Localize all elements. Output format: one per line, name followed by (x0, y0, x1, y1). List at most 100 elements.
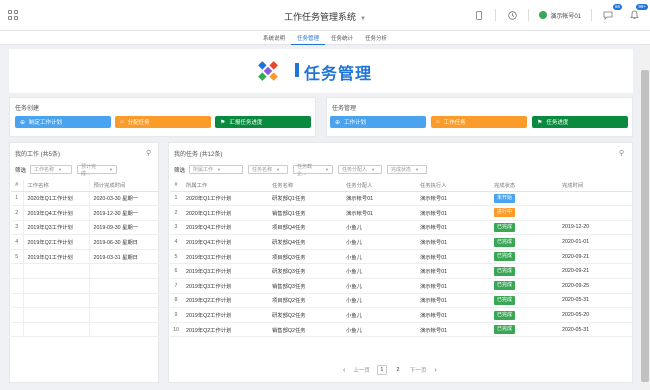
table-row[interactable]: 5 2019年Q1工作计划 2019-03-31 星期日 (11, 249, 159, 265)
table-cell: 4 (11, 234, 24, 250)
work-task-button[interactable]: ⌂ 工作任务 (431, 116, 527, 128)
table-row[interactable]: 10 2019年Q2工作计划 销售部Q2任务 小鱼儿 演示帐号01 已完成 2020-05-… (170, 322, 633, 338)
search-icon[interactable]: ⚲ (619, 149, 624, 157)
table-header-row: # 所属工作 任务名称 任务分配人 任务执行人 完成状态 完成时间 (170, 180, 633, 192)
chevron-right-icon[interactable]: › (434, 367, 436, 374)
tab-system-intro[interactable]: 系统说明 (257, 31, 291, 45)
table-cell: 演示帐号01 (416, 234, 490, 250)
chevron-left-icon[interactable]: ‹ (343, 367, 345, 374)
table-row[interactable]: 1 2020年Q1工作计划 2020-03-30 星期一 (11, 191, 159, 207)
filter-text: 任务分配人 (342, 167, 368, 173)
assign-task-button[interactable]: ⌂ 分配任务 (115, 116, 211, 128)
page-scrollbar[interactable] (640, 45, 650, 390)
mobile-icon[interactable] (473, 9, 485, 21)
table-cell (89, 263, 159, 280)
make-plan-button[interactable]: ⊕ 制定工作计划 (15, 116, 111, 128)
column-header[interactable]: 所属工作 (182, 180, 268, 192)
filter-status[interactable]: 完成状态 ▼ (387, 165, 428, 174)
prev-page-button[interactable]: 上一页 (353, 366, 370, 374)
table-cell: 演示帐号01 (416, 322, 490, 338)
table-row[interactable]: 5 2019年Q3工作计划 项目部Q3任务 小鱼儿 演示帐号01 已完成 2020-09-2… (170, 249, 633, 265)
filter-label: 筛选 (174, 167, 186, 174)
table-cell: 10 (170, 322, 182, 338)
plus-circle-icon: ⊕ (20, 119, 26, 126)
table-cell (558, 191, 633, 207)
search-icon[interactable]: ⚲ (146, 149, 151, 157)
table-cell: 研发部Q1任务 (268, 191, 342, 207)
table-cell: 演示帐号01 (416, 293, 490, 309)
table-cell: 已完成 (490, 322, 558, 338)
table-row[interactable]: 2 2020年Q1工作计划 销售部Q1任务 演示帐号01 演示帐号01 进行中 (170, 205, 633, 221)
table-row[interactable]: 3 2019年Q3工作计划 2019-09-30 星期一 (11, 220, 159, 236)
page-button-1[interactable]: 1 (376, 365, 387, 375)
filter-deadline[interactable]: 任务截止... ▼ (293, 164, 334, 177)
table-row[interactable]: 9 2019年Q2工作计划 研发部Q2任务 小鱼儿 演示帐号01 已完成 2020-05-2… (170, 307, 633, 323)
filter-text: 完成状态 (391, 167, 412, 173)
table-row[interactable]: 1 2020年Q1工作计划 研发部Q1任务 演示帐号01 演示帐号01 未开始 (170, 191, 633, 207)
bell-icon[interactable]: 99+ (628, 4, 648, 21)
table-row[interactable]: 8 2019年Q2工作计划 项目部Q2任务 小鱼儿 演示帐号01 已完成 2020-05-3… (170, 293, 633, 309)
top-bar: 工作任务管理系统 ▼ 演示帐号01 66 99+ (0, 0, 650, 31)
user-menu[interactable]: 演示帐号01 (539, 11, 581, 20)
task-progress-button[interactable]: ⚑ 任务进度 (532, 116, 628, 128)
column-header[interactable]: 任务名称 (268, 180, 342, 192)
filter-due-date[interactable]: 预计完成... ▼ (77, 164, 118, 177)
table-cell (11, 322, 24, 338)
table-row[interactable]: 3 2019年Q4工作计划 项目部Q4任务 小鱼儿 演示帐号01 已完成 2019-12-2… (170, 220, 633, 236)
messages-icon[interactable]: 66 (602, 4, 622, 21)
table-cell: 演示帐号01 (416, 205, 490, 221)
table-cell (11, 307, 24, 323)
tab-task-statistics[interactable]: 任务统计 (325, 31, 359, 45)
next-page-button[interactable]: 下一页 (410, 366, 427, 374)
filter-work[interactable]: 所属工作 ▼ (189, 165, 244, 174)
table-row[interactable]: 6 2019年Q3工作计划 研发部Q3任务 小鱼儿 演示帐号01 已完成 2020-09-2… (170, 263, 633, 280)
my-work-table: # 工作名称 预计完成时间 1 2020年Q1工作计划 2020-03-30 星期一… (11, 180, 159, 338)
work-plan-button[interactable]: ⊕ 工作计划 (330, 116, 426, 128)
table-cell: 小鱼儿 (342, 322, 416, 338)
filter-assigner[interactable]: 任务分配人 ▼ (338, 165, 383, 174)
filter-label: 筛选 (15, 167, 27, 174)
table-cell: 2019年Q3工作计划 (23, 220, 90, 236)
page-button-2[interactable]: 2 (393, 365, 403, 375)
table-cell: 2020年Q1工作计划 (182, 191, 268, 207)
table-cell: 销售部Q3任务 (268, 278, 342, 294)
tab-task-analysis[interactable]: 任务分析 (359, 31, 393, 45)
table-cell: 研发部Q4任务 (268, 234, 342, 250)
column-header[interactable]: 任务执行人 (416, 180, 490, 192)
app-title-text: 工作任务管理系统 (284, 12, 357, 22)
my-tasks-panel: 我的任务 (共12条) ⚲ 筛选 所属工作 ▼ 任务名称 ▼ 任务截止... ▼ 任务… (168, 142, 633, 383)
table-cell: 研发部Q3任务 (268, 263, 342, 280)
chevron-down-icon: ▼ (325, 167, 330, 172)
scrollbar-thumb[interactable] (641, 70, 649, 382)
table-cell (89, 278, 159, 294)
column-header[interactable]: 完成状态 (490, 180, 558, 192)
column-header[interactable]: 完成时间 (558, 180, 633, 192)
report-progress-button[interactable]: ⚑ 汇报任务进度 (215, 116, 311, 128)
table-cell: 小鱼儿 (342, 293, 416, 309)
column-header[interactable]: 预计完成时间 (89, 180, 159, 192)
page-title: 任务管理 (304, 66, 373, 83)
filter-task-name[interactable]: 任务名称 ▼ (248, 165, 289, 174)
table-cell: 2019年Q2工作计划 (182, 307, 268, 323)
column-header[interactable]: 任务分配人 (342, 180, 416, 192)
status-badge: 已完成 (494, 222, 516, 232)
table-cell: 2019-09-30 星期一 (89, 220, 159, 236)
table-cell: 2020-01-01 (558, 234, 633, 250)
table-cell: 2019年Q2工作计划 (182, 293, 268, 309)
user-name: 演示帐号01 (550, 13, 581, 20)
tab-task-management[interactable]: 任务管理 (290, 31, 325, 45)
home-icon: ⌂ (120, 119, 124, 125)
status-badge: 未开始 (494, 193, 516, 203)
table-cell: 2019年Q4工作计划 (182, 234, 268, 250)
chevron-down-icon: ▼ (371, 167, 375, 172)
table-row[interactable]: 4 2019年Q4工作计划 研发部Q4任务 小鱼儿 演示帐号01 已完成 2020-01-0… (170, 234, 633, 250)
table-cell (89, 307, 159, 323)
column-header[interactable]: 工作名称 (23, 180, 90, 192)
table-row[interactable]: 4 2019年Q2工作计划 2019-06-30 星期日 (11, 234, 159, 250)
filter-work-name[interactable]: 工作名称 ▼ (30, 165, 73, 174)
table-row[interactable]: 2 2019年Q4工作计划 2019-12-30 星期一 (11, 205, 159, 221)
table-row[interactable]: 7 2019年Q3工作计划 销售部Q3任务 小鱼儿 演示帐号01 已完成 2020-09-2… (170, 278, 633, 294)
clock-icon[interactable] (506, 9, 518, 21)
avatar (539, 11, 548, 19)
my-tasks-table: # 所属工作 任务名称 任务分配人 任务执行人 完成状态 完成时间 1 2020年… (170, 180, 633, 338)
